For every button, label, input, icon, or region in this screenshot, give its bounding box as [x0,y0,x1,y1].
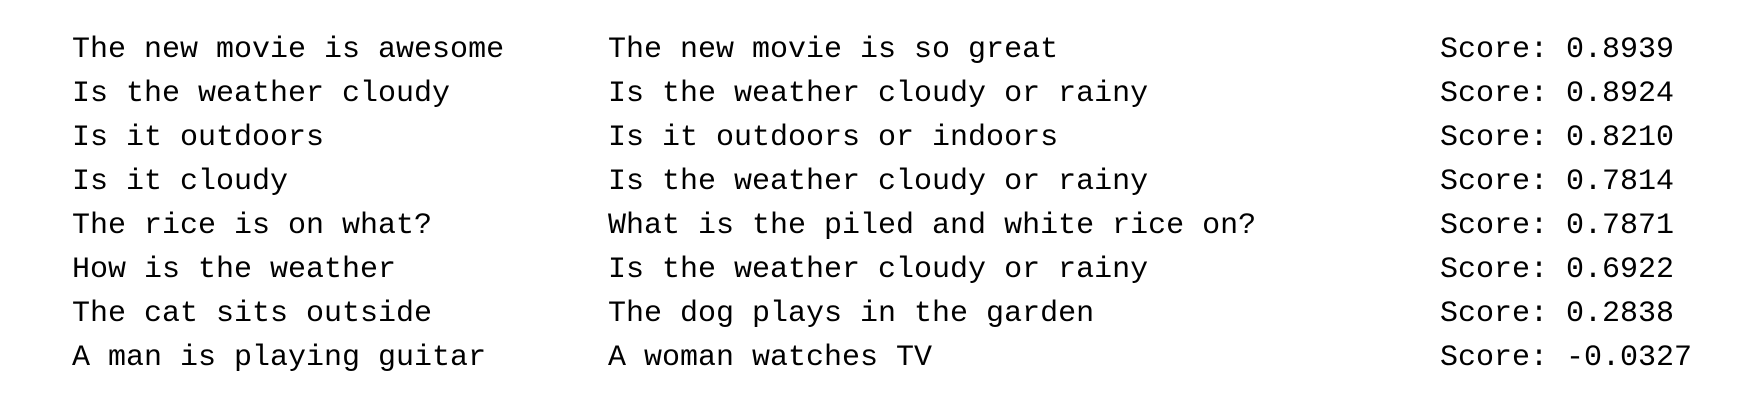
score-text: Score: 0.8210 [1440,116,1674,160]
similarity-row: How is the weather Is the weather cloudy … [72,248,1712,292]
sentence-a: The new movie is awesome [72,33,505,67]
sentence-a: Is it outdoors [72,121,325,155]
similarity-row: Is it outdoors Is it outdoors or indoors S… [72,116,1712,160]
similarity-row: A man is playing guitar A woman watches T… [72,336,1712,380]
similarity-row: Is the weather cloudy Is the weather clou… [72,72,1712,116]
sentence-b: Is the weather cloudy or rainy [608,77,1149,111]
score-label: Score: [1440,165,1567,199]
score-label: Score: [1440,77,1567,111]
score-text: Score: 0.8939 [1440,28,1674,72]
score-text: Score: 0.8924 [1440,72,1674,116]
sentence-a: A man is playing guitar [72,341,487,375]
similarity-row: The cat sits outside The dog plays in the… [72,292,1712,336]
score-value: 0.8210 [1566,121,1675,155]
sentence-b: What is the piled and white rice on? [608,209,1257,243]
sentence-a: Is the weather cloudy [72,77,451,111]
score-label: Score: [1440,341,1567,375]
score-text: Score: 0.7814 [1440,160,1674,204]
score-value: 0.8924 [1566,77,1675,111]
score-label: Score: [1440,209,1567,243]
sentence-b: Is the weather cloudy or rainy [608,165,1149,199]
sentence-a: The cat sits outside [72,297,433,331]
sentence-a: Is it cloudy [72,165,289,199]
score-value: 0.8939 [1566,33,1675,67]
score-label: Score: [1440,121,1567,155]
sentence-b: Is it outdoors or indoors [608,121,1059,155]
score-text: Score: 0.7871 [1440,204,1674,248]
score-label: Score: [1440,253,1567,287]
score-label: Score: [1440,33,1567,67]
similarity-row: The rice is on what? What is the piled an… [72,204,1712,248]
similarity-row: Is it cloudy Is the weather cloudy or rai… [72,160,1712,204]
score-text: Score: -0.0327 [1440,336,1692,380]
score-value: 0.7814 [1566,165,1675,199]
sentence-a: The rice is on what? [72,209,433,243]
sentence-a: How is the weather [72,253,397,287]
similarity-row: The new movie is awesome The new movie is… [72,28,1712,72]
sentence-b: A woman watches TV [608,341,933,375]
score-label: Score: [1440,297,1567,331]
sentence-b: The new movie is so great [608,33,1059,67]
score-text: Score: 0.2838 [1440,292,1674,336]
sentence-b: The dog plays in the garden [608,297,1095,331]
score-value: -0.0327 [1566,341,1693,375]
score-value: 0.2838 [1566,297,1675,331]
similarity-output: The new movie is awesome The new movie is… [72,28,1712,380]
score-text: Score: 0.6922 [1440,248,1674,292]
score-value: 0.6922 [1566,253,1675,287]
sentence-b: Is the weather cloudy or rainy [608,253,1149,287]
score-value: 0.7871 [1566,209,1675,243]
